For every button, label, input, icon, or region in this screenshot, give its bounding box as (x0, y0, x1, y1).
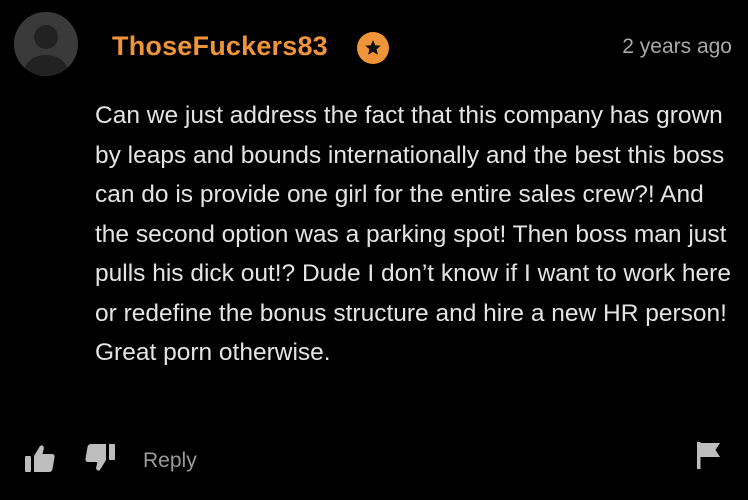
comment-text: Can we just address the fact that this c… (95, 102, 731, 366)
thumbs-up-icon (25, 445, 55, 472)
default-avatar-icon (14, 12, 78, 76)
thumbs-down-icon (85, 444, 115, 471)
like-button[interactable] (24, 442, 58, 476)
report-button[interactable] (696, 440, 722, 470)
comment-actions: Reply (0, 438, 748, 482)
verified-star-badge (357, 32, 389, 64)
comment: ThoseFuckers83 2 years ago Can we just a… (0, 0, 748, 500)
comment-timestamp: 2 years ago (622, 35, 732, 58)
star-icon (365, 40, 381, 55)
dislike-button[interactable] (82, 440, 116, 474)
reply-button[interactable]: Reply (143, 448, 197, 474)
user-avatar[interactable] (14, 12, 78, 76)
username[interactable]: ThoseFuckers83 (112, 30, 328, 62)
flag-icon (697, 442, 720, 469)
